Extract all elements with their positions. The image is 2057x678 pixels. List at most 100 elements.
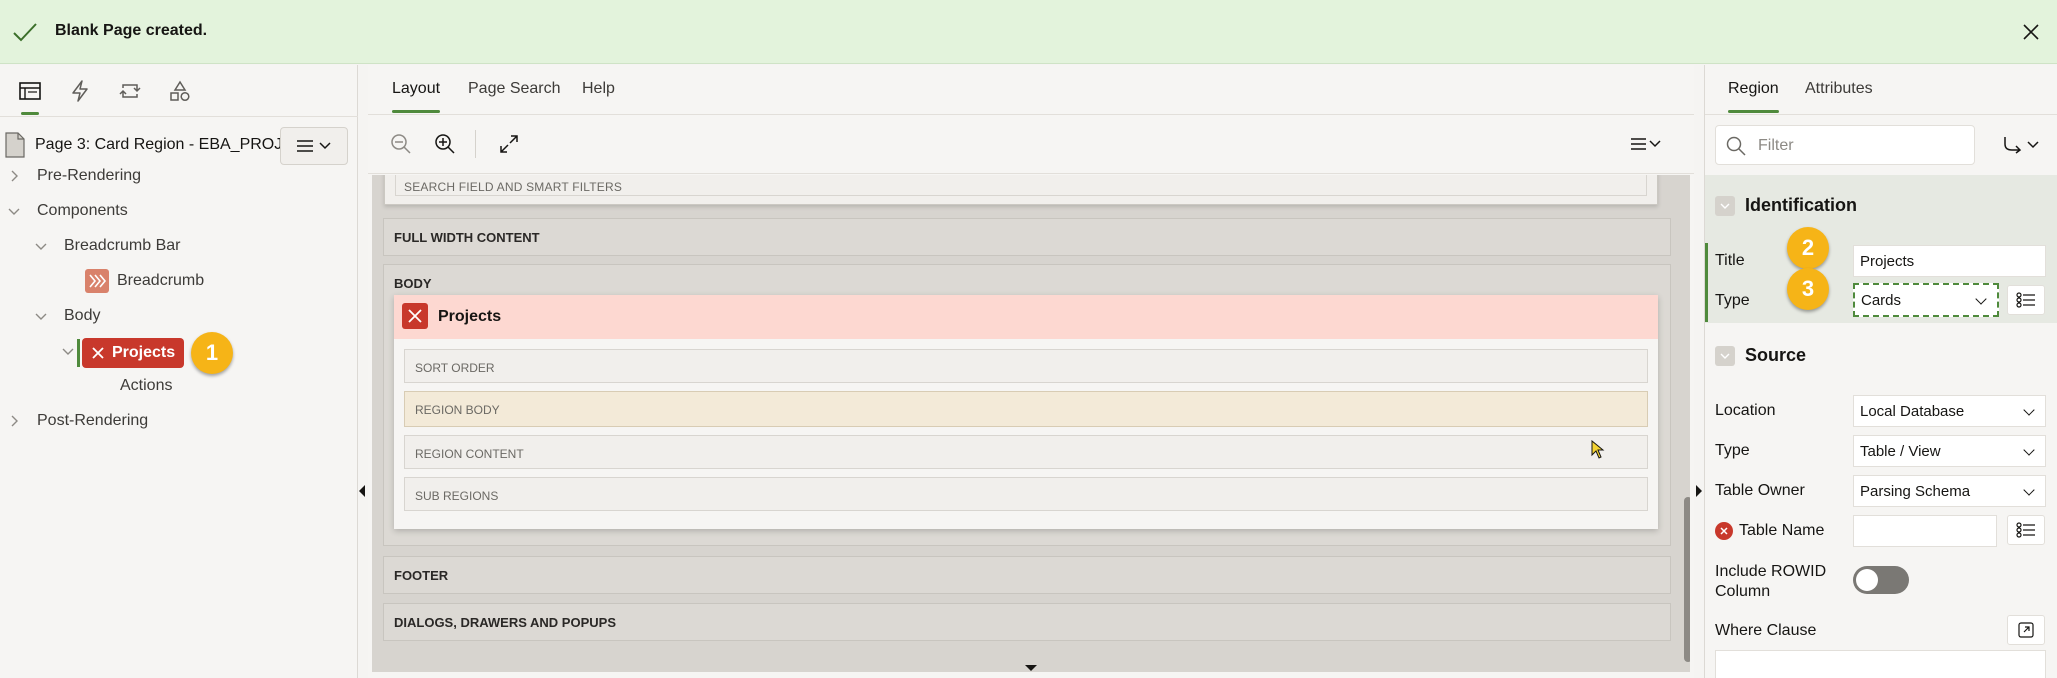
sub-slot-label: SORT ORDER xyxy=(415,361,495,375)
shared-components-tab-icon[interactable] xyxy=(162,75,198,107)
page-menu-button[interactable] xyxy=(280,127,348,165)
go-to-group-button[interactable] xyxy=(1995,128,2047,162)
tree-item-actions[interactable]: Actions xyxy=(120,377,172,395)
chevron-down-icon[interactable] xyxy=(62,345,74,357)
selection-indicator xyxy=(77,339,80,367)
property-editor: Region Attributes Filter Identification … xyxy=(1704,65,2057,678)
sub-slot-region-content[interactable]: REGION CONTENT xyxy=(404,435,1648,469)
property-tabs: Region Attributes xyxy=(1705,65,2057,115)
title-field[interactable]: Projects xyxy=(1853,245,2046,277)
tree-item-breadcrumb-bar[interactable]: Breadcrumb Bar xyxy=(64,237,181,255)
include-rowid-toggle[interactable] xyxy=(1853,566,1909,594)
rendering-tab-icon[interactable] xyxy=(12,75,48,115)
chevron-right-icon[interactable] xyxy=(8,415,20,427)
region-title: Projects xyxy=(438,308,502,325)
zoom-in-icon[interactable] xyxy=(430,129,460,159)
tree-item-body[interactable]: Body xyxy=(64,307,100,325)
expand-icon[interactable] xyxy=(494,129,524,159)
tree-item-components[interactable]: Components xyxy=(37,202,128,220)
left-splitter[interactable] xyxy=(358,65,368,678)
error-icon xyxy=(1715,522,1733,540)
go-to-group-icon xyxy=(2004,137,2022,154)
source-type-label: Type xyxy=(1715,442,1750,459)
menu-icon xyxy=(1631,138,1661,150)
tree-item-pre-rendering[interactable]: Pre-Rendering xyxy=(37,167,141,185)
collapse-toggle[interactable] xyxy=(1715,345,1735,366)
top-region-card: SEARCH FIELD AND SMART FILTERS xyxy=(384,175,1658,205)
slot-full-width-label: FULL WIDTH CONTENT xyxy=(394,230,540,245)
tab-layout[interactable]: Layout xyxy=(392,80,441,113)
modified-indicator xyxy=(1705,282,1708,322)
tab-page-search[interactable]: Page Search xyxy=(468,80,561,98)
left-panel-tabs xyxy=(0,65,358,117)
include-rowid-label: Include ROWID Column xyxy=(1715,563,1827,600)
mouse-cursor-icon xyxy=(1591,440,1605,459)
chevron-down-icon[interactable] xyxy=(8,205,20,217)
region-header: Projects xyxy=(394,295,1658,339)
projects-region[interactable]: Projects SORT ORDER REGION BODY REGION C… xyxy=(394,295,1658,529)
slot-full-width-content[interactable]: FULL WIDTH CONTENT xyxy=(383,218,1671,256)
type-label: Type xyxy=(1715,292,1750,309)
tab-region[interactable]: Region xyxy=(1728,80,1779,113)
modified-indicator xyxy=(1705,243,1708,283)
sub-slot-sort-order[interactable]: SORT ORDER xyxy=(404,349,1648,383)
chevron-down-icon[interactable] xyxy=(35,240,47,252)
chevron-down-icon[interactable] xyxy=(35,310,47,322)
breadcrumb-icon xyxy=(85,269,109,293)
layout-menu-button[interactable] xyxy=(1626,129,1666,159)
tree-item-breadcrumb[interactable]: Breadcrumb xyxy=(117,272,204,290)
list-icon[interactable] xyxy=(2007,285,2045,315)
sub-slot-label: REGION CONTENT xyxy=(415,447,524,461)
search-icon xyxy=(1726,136,1746,156)
right-splitter[interactable] xyxy=(1694,65,1704,678)
layout-canvas: SEARCH FIELD AND SMART FILTERS FULL WIDT… xyxy=(372,175,1690,672)
tree-item-post-rendering[interactable]: Post-Rendering xyxy=(37,412,148,430)
where-clause-label: Where Clause xyxy=(1715,622,1817,639)
identification-heading-label: Identification xyxy=(1745,195,1857,215)
error-x-icon xyxy=(92,347,104,359)
table-name-label: Table Name xyxy=(1739,522,1825,539)
tab-attributes[interactable]: Attributes xyxy=(1805,80,1873,98)
zoom-out-icon[interactable] xyxy=(386,129,416,159)
rendering-panel: Page 3: Card Region - EBA_PROJECT Pre-Re… xyxy=(0,65,358,678)
collapse-toggle[interactable] xyxy=(1715,195,1735,216)
source-heading: Source xyxy=(1715,345,1806,366)
callout-badge: 2 xyxy=(1787,227,1829,269)
canvas-scrollbar[interactable] xyxy=(1684,497,1690,662)
chevron-right-icon[interactable] xyxy=(8,170,20,182)
search-slot[interactable]: SEARCH FIELD AND SMART FILTERS xyxy=(395,175,1647,196)
close-icon[interactable] xyxy=(2019,20,2043,44)
slot-dialogs[interactable]: DIALOGS, DRAWERS AND POPUPS xyxy=(383,603,1671,641)
list-icon[interactable] xyxy=(2007,515,2045,545)
tab-help[interactable]: Help xyxy=(582,80,615,98)
location-select[interactable]: Local Database xyxy=(1853,395,2046,427)
slot-dialogs-label: DIALOGS, DRAWERS AND POPUPS xyxy=(394,615,616,630)
slot-footer-label: FOOTER xyxy=(394,568,449,583)
caret-down-icon[interactable] xyxy=(1025,665,1037,671)
layout-panel: Layout Page Search Help SEARCH FIELD AND… xyxy=(368,65,1694,678)
open-editor-icon[interactable] xyxy=(2007,615,2045,645)
processing-tab-icon[interactable] xyxy=(112,75,148,107)
toolbar-separator xyxy=(475,130,476,158)
sub-slot-region-body[interactable]: REGION BODY xyxy=(404,391,1648,427)
slot-search-field-label: SEARCH FIELD AND SMART FILTERS xyxy=(404,180,623,194)
success-banner: Blank Page created. xyxy=(0,0,2057,64)
source-heading-label: Source xyxy=(1745,345,1807,365)
filter-placeholder: Filter xyxy=(1758,137,1794,154)
chevron-down-icon xyxy=(2027,141,2039,149)
slot-footer[interactable]: FOOTER xyxy=(383,556,1671,594)
table-name-field[interactable] xyxy=(1853,515,1997,547)
tree-item-projects[interactable]: Projects xyxy=(82,338,184,368)
sub-slot-label: SUB REGIONS xyxy=(415,489,499,503)
page-header-row: Page 3: Card Region - EBA_PROJECT xyxy=(0,122,358,172)
where-clause-editor[interactable] xyxy=(1715,650,2046,678)
filter-input[interactable]: Filter xyxy=(1715,125,1975,165)
identification-heading: Identification xyxy=(1715,195,1857,216)
type-select[interactable]: Cards xyxy=(1853,283,1999,317)
dynamic-actions-tab-icon[interactable] xyxy=(62,75,98,107)
chevron-down-icon xyxy=(319,142,331,150)
source-type-select[interactable]: Table / View xyxy=(1853,435,2046,467)
menu-icon xyxy=(297,140,313,152)
table-owner-select[interactable]: Parsing Schema xyxy=(1853,475,2046,507)
sub-slot-sub-regions[interactable]: SUB REGIONS xyxy=(404,477,1648,511)
